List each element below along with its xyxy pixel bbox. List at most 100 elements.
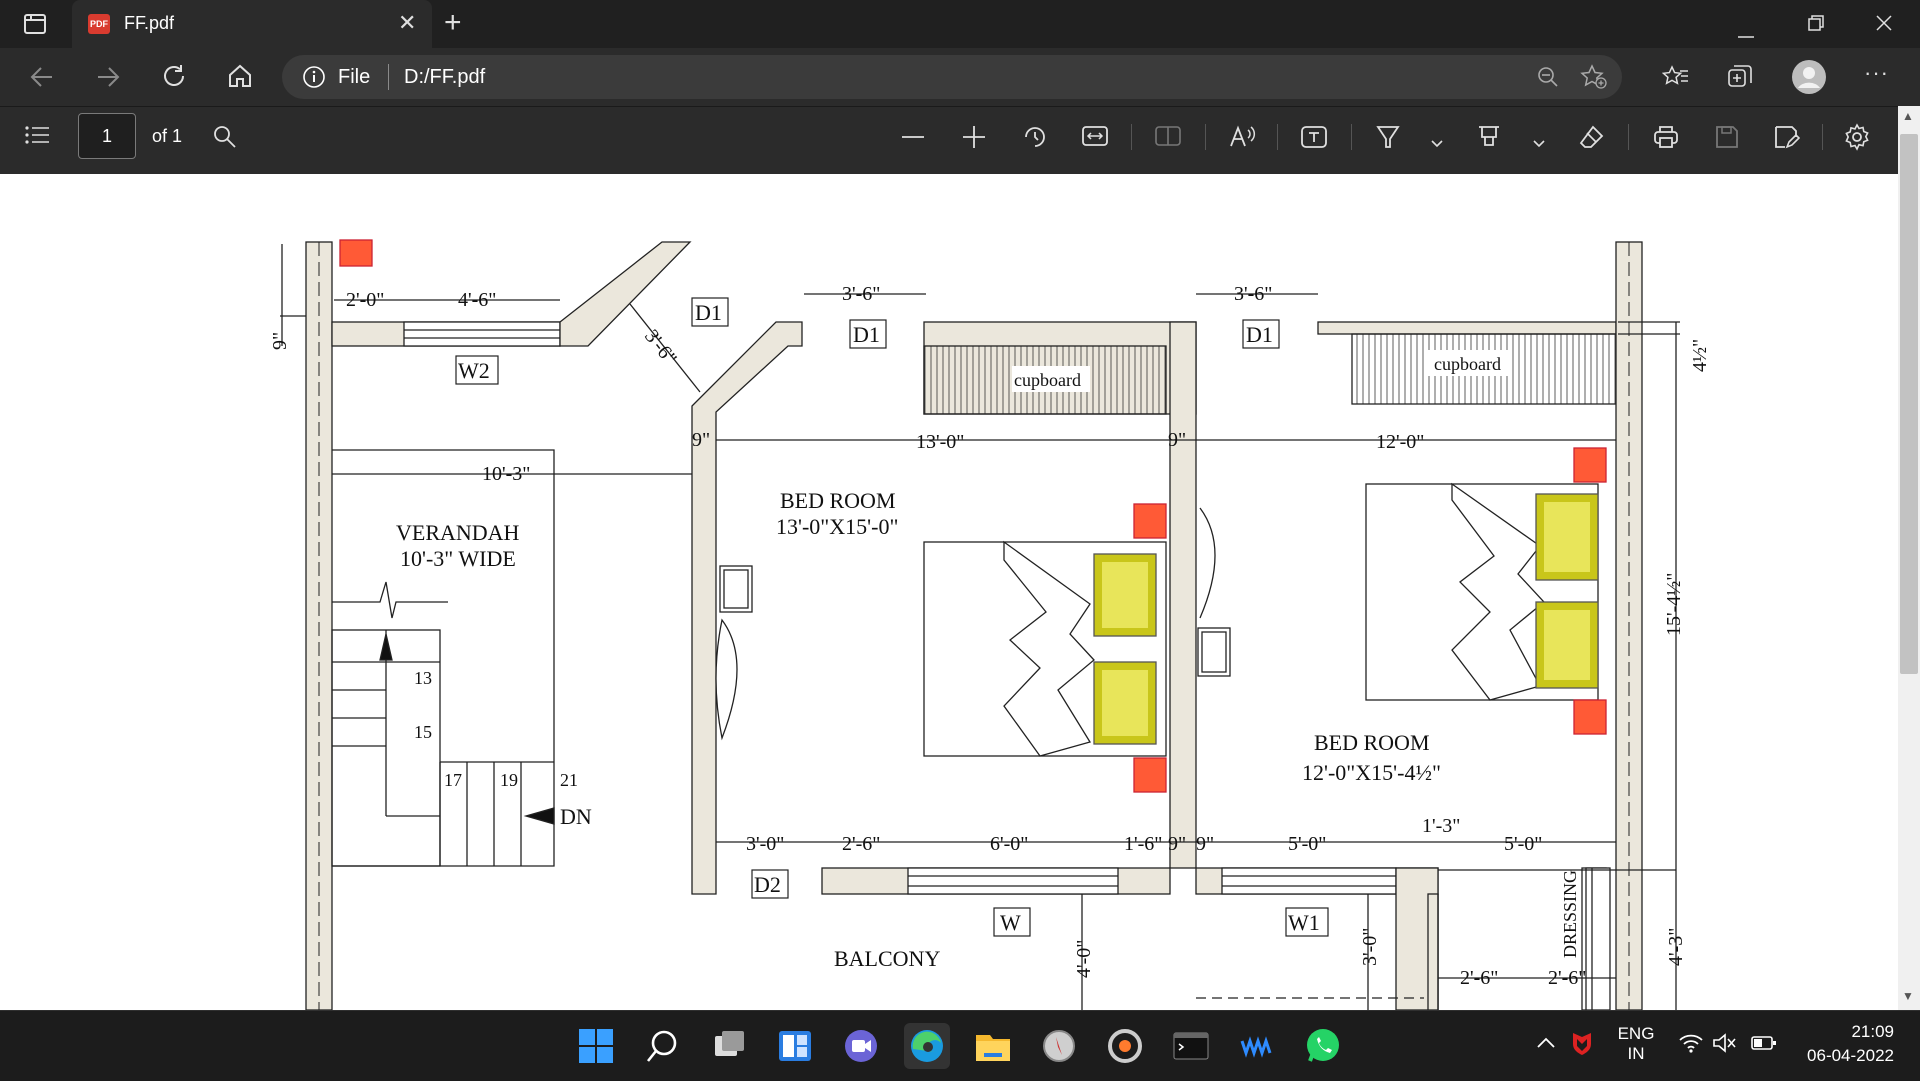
home-icon[interactable] (226, 62, 254, 95)
profile-avatar-icon[interactable] (1791, 59, 1827, 100)
start-icon[interactable] (573, 1023, 619, 1069)
cupboard-label: cupboard (1014, 370, 1081, 390)
dim-label: 13'-0" (916, 431, 964, 453)
new-tab-icon[interactable]: + (444, 8, 462, 38)
back-icon[interactable] (28, 63, 56, 96)
room-name: BED ROOM (1314, 730, 1430, 755)
highlight-icon[interactable] (1475, 123, 1503, 156)
erase-icon[interactable] (1578, 123, 1606, 156)
room-name: BALCONY (834, 946, 940, 971)
favorites-icon[interactable] (1661, 64, 1690, 95)
minimize-icon[interactable] (1736, 20, 1756, 44)
dim-label: 15'-4½" (1663, 573, 1685, 636)
print-icon[interactable] (1652, 123, 1680, 156)
address-scheme-label: File (338, 66, 371, 88)
whatsapp-icon[interactable] (1300, 1023, 1346, 1069)
tag-d2: D2 (754, 872, 781, 897)
add-favorite-icon[interactable] (1580, 64, 1608, 95)
scroll-down-icon[interactable]: ▼ (1902, 990, 1914, 1002)
dim-label: 9" (1168, 429, 1186, 451)
volume-muted-icon[interactable] (1712, 1032, 1738, 1059)
search-taskbar-icon[interactable] (640, 1023, 686, 1069)
file-explorer-icon[interactable] (970, 1023, 1016, 1069)
read-aloud-icon[interactable] (1228, 124, 1256, 155)
tag-d1: D1 (853, 322, 880, 347)
stair-number: 21 (560, 770, 578, 790)
table-of-contents-icon[interactable] (24, 124, 50, 151)
collections-icon[interactable] (1726, 63, 1754, 96)
settings-icon[interactable] (1843, 123, 1871, 156)
dim-label: 2'-0" (346, 289, 384, 311)
dim-label: 2'-6" (842, 833, 880, 855)
wifi-icon[interactable] (1678, 1032, 1704, 1059)
fit-to-width-icon[interactable] (1081, 124, 1109, 153)
window-w2 (403, 321, 561, 347)
address-bar[interactable]: File D:/FF.pdf (282, 55, 1622, 99)
dim-label: 4'-3" (1665, 928, 1687, 966)
page-total-label: of 1 (152, 126, 183, 146)
toolbar-separator (1277, 124, 1278, 150)
dim-label: 5'-0" (1288, 833, 1326, 855)
dim-label: 4'-6" (458, 289, 496, 311)
toolbar-separator (1205, 124, 1206, 150)
widgets-icon[interactable] (772, 1023, 818, 1069)
scroll-up-icon[interactable]: ▲ (1902, 110, 1914, 122)
task-view-icon[interactable] (706, 1023, 752, 1069)
room-size: 13'-0"X15'-0" (776, 514, 898, 539)
tab-actions-icon[interactable] (23, 12, 47, 41)
pdf-document-area[interactable]: D1 D1 D1 W2 D2 W W1 2'-0" 4'-6" 3'-6" 3'… (0, 174, 1898, 1010)
battery-icon[interactable] (1750, 1034, 1778, 1057)
save-icon[interactable] (1713, 123, 1741, 156)
draw-icon[interactable] (1374, 123, 1402, 156)
more-menu-icon[interactable]: ··· (1864, 62, 1889, 84)
page-number-input[interactable] (78, 113, 136, 159)
refresh-icon[interactable] (160, 62, 188, 95)
middle-wall (1169, 321, 1197, 869)
clock[interactable]: 21:09 06-04-2022 (1796, 1022, 1894, 1066)
close-window-icon[interactable] (1874, 13, 1894, 38)
show-hidden-icons-icon[interactable] (1536, 1034, 1556, 1054)
zoom-out-indicator-icon[interactable] (1536, 65, 1560, 94)
dim-label: 5'-0" (1504, 833, 1542, 855)
draw-options-chevron-icon[interactable] (1430, 130, 1444, 154)
teams-chat-icon[interactable] (838, 1023, 884, 1069)
room-name: DRESSING (1560, 870, 1580, 958)
save-as-icon[interactable] (1772, 123, 1801, 156)
toolbar-separator (1628, 124, 1629, 150)
page-view-icon[interactable] (1154, 124, 1182, 153)
room-name: BED ROOM (780, 488, 896, 513)
dim-label: 9" (1168, 833, 1186, 855)
terminal-icon[interactable] (1168, 1023, 1214, 1069)
forward-icon[interactable] (94, 63, 122, 96)
dim-label: 2'-6" (1460, 967, 1498, 989)
dim-label: 3'-6" (640, 326, 681, 370)
stair-number: 17 (444, 770, 462, 790)
scrollbar-thumb[interactable] (1900, 134, 1918, 674)
restore-icon[interactable] (1806, 13, 1826, 38)
zoom-in-icon[interactable] (961, 124, 987, 155)
audio-app-icon[interactable] (1234, 1023, 1280, 1069)
dim-label: 3'-0" (1359, 928, 1381, 966)
rotate-icon[interactable] (1021, 123, 1049, 156)
media-player-icon[interactable] (1102, 1023, 1148, 1069)
pdf-file-icon: PDF (88, 14, 110, 34)
add-text-icon[interactable] (1300, 125, 1328, 154)
stair-number: 19 (500, 770, 518, 790)
room-name: VERANDAH (396, 520, 520, 545)
stair-number: 13 (414, 668, 432, 688)
room-size: 10'-3" WIDE (400, 546, 516, 571)
cupboard-label: cupboard (1434, 354, 1501, 374)
language-indicator[interactable]: ENG IN (1616, 1024, 1656, 1064)
close-tab-icon[interactable]: ✕ (398, 12, 416, 34)
zoom-out-icon[interactable] (900, 126, 926, 153)
dim-label: 2'-6" (1548, 967, 1586, 989)
compass-app-icon[interactable] (1036, 1023, 1082, 1069)
toolbar-separator (1822, 124, 1823, 150)
info-icon[interactable] (302, 65, 326, 94)
browser-tab[interactable]: PDF FF.pdf ✕ (72, 0, 432, 48)
antivirus-tray-icon[interactable] (1570, 1030, 1594, 1061)
search-icon[interactable] (212, 124, 238, 155)
highlight-options-chevron-icon[interactable] (1532, 130, 1546, 154)
address-url[interactable]: D:/FF.pdf (404, 66, 485, 89)
edge-browser-icon[interactable] (904, 1023, 950, 1069)
